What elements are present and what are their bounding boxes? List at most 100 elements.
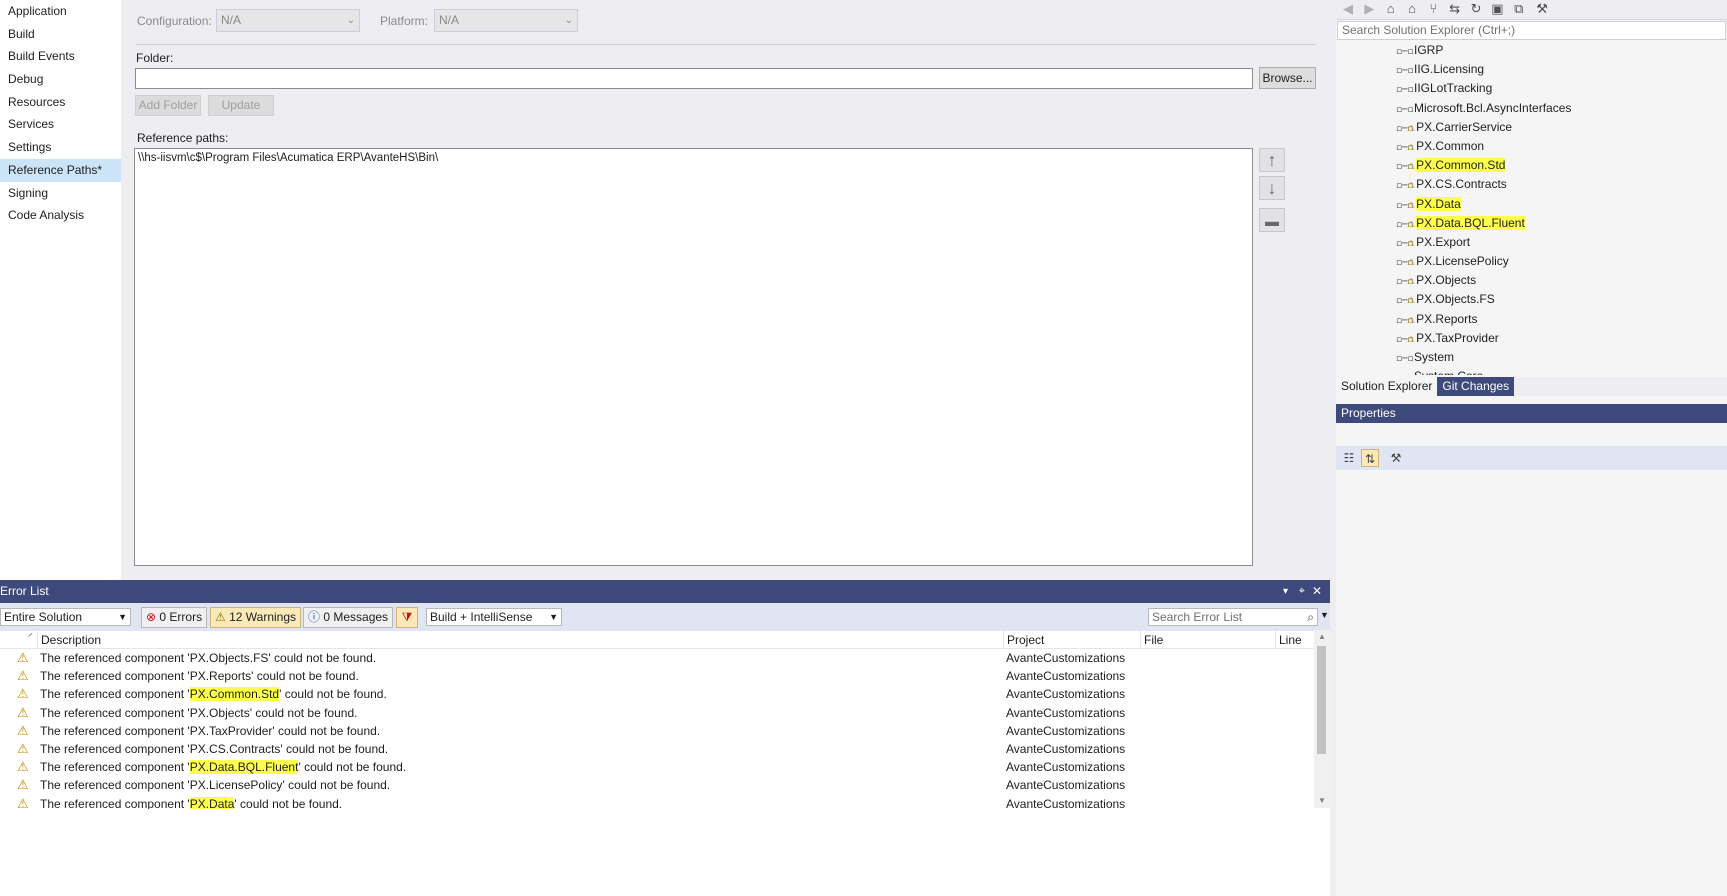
error-row[interactable]: ⚠ The referenced component 'PX.Objects' c… — [0, 704, 1314, 722]
reference-item[interactable]: ▫─▫IIG.Licensing — [1396, 60, 1727, 79]
nav-item[interactable]: Debug — [0, 68, 121, 91]
reference-item[interactable]: ▫─▫⚠PX.Data.BQL.Fluent — [1396, 214, 1727, 233]
nav-item[interactable]: Build Events — [0, 45, 121, 68]
nav-item[interactable]: Services — [0, 113, 121, 136]
column-project[interactable]: Project — [1003, 631, 1140, 649]
reference-item[interactable]: ▫─▫IGRP — [1396, 41, 1727, 60]
warnings-filter-button[interactable]: ⚠ 12 Warnings — [210, 607, 302, 628]
reference-item[interactable]: ▫─▫⚠PX.Objects — [1396, 271, 1727, 290]
error-row[interactable]: ⚠ The referenced component 'PX.TaxProvide… — [0, 722, 1314, 740]
errors-filter-button[interactable]: ⊗ 0 Errors — [141, 607, 208, 628]
configuration-dropdown[interactable]: N/A ⌄ — [216, 9, 360, 32]
error-row[interactable]: ⚠ The referenced component 'PX.Objects.FS… — [0, 649, 1314, 667]
tab-git-changes[interactable]: Git Changes — [1437, 377, 1515, 396]
reference-item[interactable]: ▫─▫⚠PX.TaxProvider — [1396, 329, 1727, 348]
close-icon[interactable]: ✕ — [1312, 580, 1322, 603]
reference-paths-list[interactable]: \\hs-iisvm\c$\Program Files\Acumatica ER… — [134, 148, 1253, 566]
description-prefix: The referenced component ' — [40, 742, 190, 756]
filter-icon: ⧩ — [401, 610, 413, 624]
scroll-up-icon[interactable]: ▲ — [1318, 632, 1326, 641]
configuration-label: Configuration: — [137, 14, 212, 28]
error-row[interactable]: ⚠ The referenced component 'PX.Reports' c… — [0, 667, 1314, 685]
reference-path-item[interactable]: \\hs-iisvm\c$\Program Files\Acumatica ER… — [138, 152, 1249, 164]
alphabetical-icon[interactable]: ⇅ — [1361, 449, 1379, 467]
reference-item[interactable]: ▫─▫System.Core — [1396, 367, 1727, 375]
solution-tree: ▫─▫IGRP ▫─▫IIG.Licensing ▫─▫IIGLotTracking… — [1396, 41, 1727, 375]
home-icon[interactable]: ⌂ — [1403, 0, 1421, 18]
browse-button[interactable]: Browse... — [1259, 67, 1316, 89]
reference-item[interactable]: ▫─▫⚠PX.Data — [1396, 195, 1727, 214]
column-line[interactable]: Line — [1275, 631, 1314, 649]
back-icon[interactable]: ◀ — [1339, 0, 1357, 18]
description-prefix: The referenced component ' — [40, 723, 190, 738]
folder-input[interactable] — [135, 68, 1253, 89]
move-up-button[interactable]: ↑ — [1259, 148, 1285, 172]
reference-item[interactable]: ▫─▫System — [1396, 348, 1727, 367]
git-icon[interactable]: ⑂ — [1424, 0, 1442, 18]
description-suffix: ' could not be found. — [251, 669, 359, 684]
filter-button[interactable]: ⧩ — [396, 607, 418, 628]
error-list-scrollbar[interactable]: ▲ ▼ — [1314, 630, 1330, 808]
error-row[interactable]: ⚠ The referenced component 'PX.Common.Std… — [0, 685, 1314, 703]
error-row[interactable]: ⚠ The referenced component 'PX.Data' coul… — [0, 795, 1314, 809]
pin-icon[interactable]: ⌖ — [1299, 580, 1305, 603]
reference-item[interactable]: ▫─▫⚠PX.CS.Contracts — [1396, 175, 1727, 194]
sync-icon[interactable]: ↻ — [1467, 0, 1485, 18]
column-file[interactable]: File — [1140, 631, 1275, 649]
build-filter-dropdown[interactable]: Build + IntelliSense ▼ — [426, 608, 562, 626]
properties-icon[interactable]: ⚒ — [1533, 0, 1551, 18]
platform-label: Platform: — [380, 14, 429, 28]
update-button[interactable]: Update — [208, 95, 274, 116]
reference-label: System — [1414, 350, 1455, 364]
move-down-button[interactable]: ↓ — [1259, 176, 1285, 200]
solution-explorer-search[interactable]: Search Solution Explorer (Ctrl+;) — [1337, 21, 1726, 40]
sort-icon[interactable]: ⸍ — [28, 629, 33, 643]
nav-item[interactable]: Build — [0, 23, 121, 46]
reference-item[interactable]: ▫─▫Microsoft.Bcl.AsyncInterfaces — [1396, 99, 1727, 118]
scroll-thumb[interactable] — [1317, 646, 1326, 754]
nav-item[interactable]: Code Analysis — [0, 204, 121, 227]
reference-item[interactable]: ▫─▫⚠PX.Common — [1396, 137, 1727, 156]
error-row[interactable]: ⚠ The referenced component 'PX.Data.BQL.F… — [0, 758, 1314, 776]
collapse-all-icon[interactable]: ▣ — [1488, 0, 1506, 18]
nav-item[interactable]: Application — [0, 0, 121, 23]
tab-solution-explorer[interactable]: Solution Explorer — [1336, 377, 1438, 396]
column-description[interactable]: Description — [37, 631, 1003, 649]
nav-item-active[interactable]: Reference Paths* — [0, 158, 121, 182]
categorized-icon[interactable]: ☷ — [1340, 449, 1358, 467]
description-suffix: ' could not be found. — [279, 687, 387, 702]
warning-icon: ⚠ — [17, 795, 29, 809]
scope-dropdown[interactable]: Entire Solution ▼ — [0, 608, 131, 626]
scroll-down-icon[interactable]: ▼ — [1318, 796, 1326, 805]
reference-item[interactable]: ▫─▫⚠PX.CarrierService — [1396, 118, 1727, 137]
property-pages-icon[interactable]: ⚒ — [1387, 449, 1405, 467]
forward-icon[interactable]: ▶ — [1360, 0, 1378, 18]
reference-item[interactable]: ▫─▫⚠PX.Objects.FS — [1396, 290, 1727, 309]
search-options-icon[interactable]: ▼ — [1320, 610, 1329, 620]
warnings-count: 12 Warnings — [229, 610, 297, 624]
reference-item[interactable]: ▫─▫⚠PX.Common.Std — [1396, 156, 1727, 175]
error-project: AvanteCustomizations — [1006, 687, 1126, 702]
pending-changes-icon[interactable]: ⇆ — [1446, 0, 1464, 18]
nav-item[interactable]: Signing — [0, 182, 121, 205]
reference-item[interactable]: ▫─▫⚠PX.Export — [1396, 233, 1727, 252]
add-folder-button[interactable]: Add Folder — [135, 95, 201, 116]
reference-item[interactable]: ▫─▫⚠PX.Reports — [1396, 310, 1727, 329]
nav-item[interactable]: Resources — [0, 91, 121, 114]
messages-filter-button[interactable]: ⓘ 0 Messages — [303, 607, 394, 628]
switch-views-icon[interactable]: ⌂ — [1382, 0, 1400, 18]
reference-label: PX.Data — [1416, 196, 1461, 211]
error-list-search[interactable]: Search Error List ⌕ — [1148, 608, 1318, 626]
reference-item[interactable]: ▫─▫IIGLotTracking — [1396, 79, 1727, 98]
error-row[interactable]: ⚠ The referenced component 'PX.CS.Contrac… — [0, 740, 1314, 758]
remove-path-button[interactable]: ▬ — [1259, 208, 1285, 232]
platform-dropdown[interactable]: N/A ⌄ — [434, 9, 578, 32]
dropdown-icon[interactable]: ▾ — [1283, 580, 1288, 603]
error-row[interactable]: ⚠ The referenced component 'PX.LicensePol… — [0, 776, 1314, 794]
show-all-files-icon[interactable]: ⧉ — [1510, 0, 1528, 18]
nav-item[interactable]: Settings — [0, 136, 121, 159]
reference-item[interactable]: ▫─▫⚠PX.LicensePolicy — [1396, 252, 1727, 271]
reference-label: System.Core — [1414, 369, 1483, 375]
warning-icon: ⚠ — [1407, 141, 1416, 152]
reference-label: PX.Reports — [1416, 311, 1478, 326]
